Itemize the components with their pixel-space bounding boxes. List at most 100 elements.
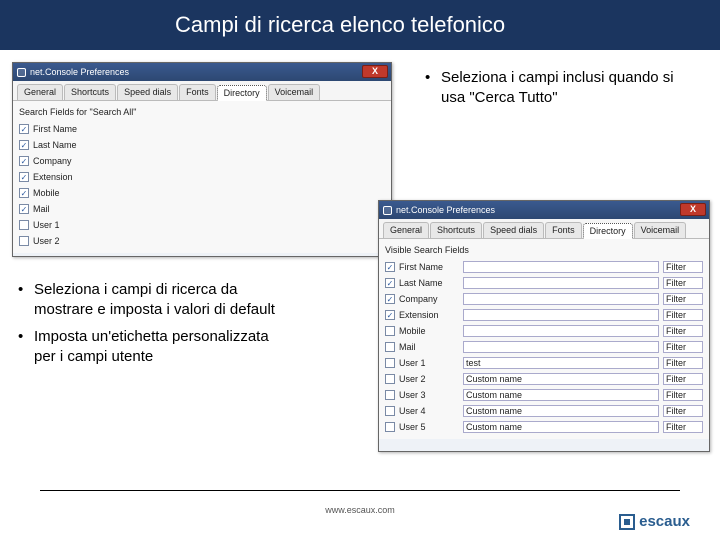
bullet-item: Seleziona i campi inclusi quando si usa …	[425, 68, 685, 109]
checkbox[interactable]	[385, 422, 395, 432]
panel-visible-fields: Visible Search Fields First NameFilter L…	[379, 239, 709, 439]
window-title: net.Console Preferences	[396, 205, 495, 215]
field-label: First Name	[33, 124, 93, 134]
tab-voicemail[interactable]: Voicemail	[268, 84, 321, 100]
checkbox[interactable]	[385, 262, 395, 272]
checkbox[interactable]	[385, 278, 395, 288]
checkbox[interactable]	[19, 204, 29, 214]
bullet-item: Imposta un'etichetta personalizzata per …	[18, 327, 288, 368]
value-input[interactable]: Custom name	[463, 405, 659, 417]
field-label: Last Name	[33, 140, 93, 150]
prefs-window-1: net.Console Preferences X General Shortc…	[12, 62, 392, 257]
slide-title-bar: Campi di ricerca elenco telefonico	[0, 0, 720, 50]
filter-button[interactable]: Filter	[663, 293, 703, 305]
field-label: First Name	[399, 262, 459, 272]
value-input[interactable]	[463, 261, 659, 273]
filter-button[interactable]: Filter	[663, 373, 703, 385]
value-input[interactable]	[463, 293, 659, 305]
value-input[interactable]: Custom name	[463, 373, 659, 385]
filter-button[interactable]: Filter	[663, 341, 703, 353]
value-input[interactable]: Custom name	[463, 389, 659, 401]
field-label: Last Name	[399, 278, 459, 288]
field-label: User 5	[399, 422, 459, 432]
checkbox[interactable]	[19, 140, 29, 150]
tab-strip: General Shortcuts Speed dials Fonts Dire…	[379, 219, 709, 239]
slide-content: Seleziona i campi inclusi quando si usa …	[0, 50, 720, 488]
field-label: Mobile	[33, 188, 93, 198]
filter-button[interactable]: Filter	[663, 277, 703, 289]
filter-button[interactable]: Filter	[663, 357, 703, 369]
field-label: Extension	[399, 310, 459, 320]
window-titlebar: net.Console Preferences X	[379, 201, 709, 219]
tab-fonts[interactable]: Fonts	[545, 222, 582, 238]
tab-speed-dials[interactable]: Speed dials	[483, 222, 544, 238]
field-label: Mail	[399, 342, 459, 352]
window-title: net.Console Preferences	[30, 67, 129, 77]
checkbox[interactable]	[19, 156, 29, 166]
filter-button[interactable]: Filter	[663, 389, 703, 401]
footer-url: www.escaux.com	[0, 505, 720, 515]
value-input[interactable]	[463, 277, 659, 289]
tab-strip: General Shortcuts Speed dials Fonts Dire…	[13, 81, 391, 101]
tab-general[interactable]: General	[383, 222, 429, 238]
field-label: User 1	[399, 358, 459, 368]
app-icon	[17, 68, 26, 77]
filter-button[interactable]: Filter	[663, 325, 703, 337]
filter-button[interactable]: Filter	[663, 405, 703, 417]
field-label: Company	[399, 294, 459, 304]
checkbox[interactable]	[385, 326, 395, 336]
tab-general[interactable]: General	[17, 84, 63, 100]
field-label: User 2	[399, 374, 459, 384]
checkbox[interactable]	[385, 358, 395, 368]
bullet-left-list: Seleziona i campi di ricerca da mostrare…	[18, 280, 288, 373]
filter-button[interactable]: Filter	[663, 261, 703, 273]
checkbox[interactable]	[385, 342, 395, 352]
checkbox[interactable]	[385, 294, 395, 304]
checkbox[interactable]	[19, 236, 29, 246]
checkbox[interactable]	[385, 406, 395, 416]
field-label: User 1	[33, 220, 93, 230]
value-input[interactable]	[463, 325, 659, 337]
section-label: Search Fields for "Search All"	[19, 107, 385, 117]
field-label: User 2	[33, 236, 93, 246]
field-label: Mail	[33, 204, 93, 214]
tab-voicemail[interactable]: Voicemail	[634, 222, 687, 238]
window-titlebar: net.Console Preferences X	[13, 63, 391, 81]
field-label: Extension	[33, 172, 93, 182]
logo-icon	[619, 514, 635, 530]
value-input[interactable]	[463, 309, 659, 321]
brand-logo: escaux	[619, 513, 690, 530]
field-label: Mobile	[399, 326, 459, 336]
bullet-right-list: Seleziona i campi inclusi quando si usa …	[425, 68, 685, 115]
field-label: User 4	[399, 406, 459, 416]
bullet-item: Seleziona i campi di ricerca da mostrare…	[18, 280, 288, 321]
prefs-window-2: net.Console Preferences X General Shortc…	[378, 200, 710, 452]
checkbox[interactable]	[385, 374, 395, 384]
tab-fonts[interactable]: Fonts	[179, 84, 216, 100]
filter-button[interactable]: Filter	[663, 309, 703, 321]
footer: www.escaux.com escaux	[0, 490, 720, 540]
checkbox[interactable]	[385, 390, 395, 400]
value-input[interactable]	[463, 341, 659, 353]
brand-name: escaux	[639, 513, 690, 530]
field-label: Company	[33, 156, 93, 166]
tab-directory[interactable]: Directory	[217, 85, 267, 101]
filter-button[interactable]: Filter	[663, 421, 703, 433]
close-icon[interactable]: X	[362, 65, 388, 78]
close-icon[interactable]: X	[680, 203, 706, 216]
checkbox[interactable]	[19, 172, 29, 182]
value-input[interactable]: Custom name	[463, 421, 659, 433]
value-input[interactable]: test	[463, 357, 659, 369]
tab-directory[interactable]: Directory	[583, 223, 633, 239]
checkbox[interactable]	[19, 188, 29, 198]
slide-title: Campi di ricerca elenco telefonico	[175, 12, 505, 38]
field-label: User 3	[399, 390, 459, 400]
tab-speed-dials[interactable]: Speed dials	[117, 84, 178, 100]
divider	[40, 490, 680, 491]
checkbox[interactable]	[19, 220, 29, 230]
checkbox[interactable]	[19, 124, 29, 134]
panel-search-all: Search Fields for "Search All" First Nam…	[13, 101, 391, 253]
checkbox[interactable]	[385, 310, 395, 320]
tab-shortcuts[interactable]: Shortcuts	[64, 84, 116, 100]
tab-shortcuts[interactable]: Shortcuts	[430, 222, 482, 238]
